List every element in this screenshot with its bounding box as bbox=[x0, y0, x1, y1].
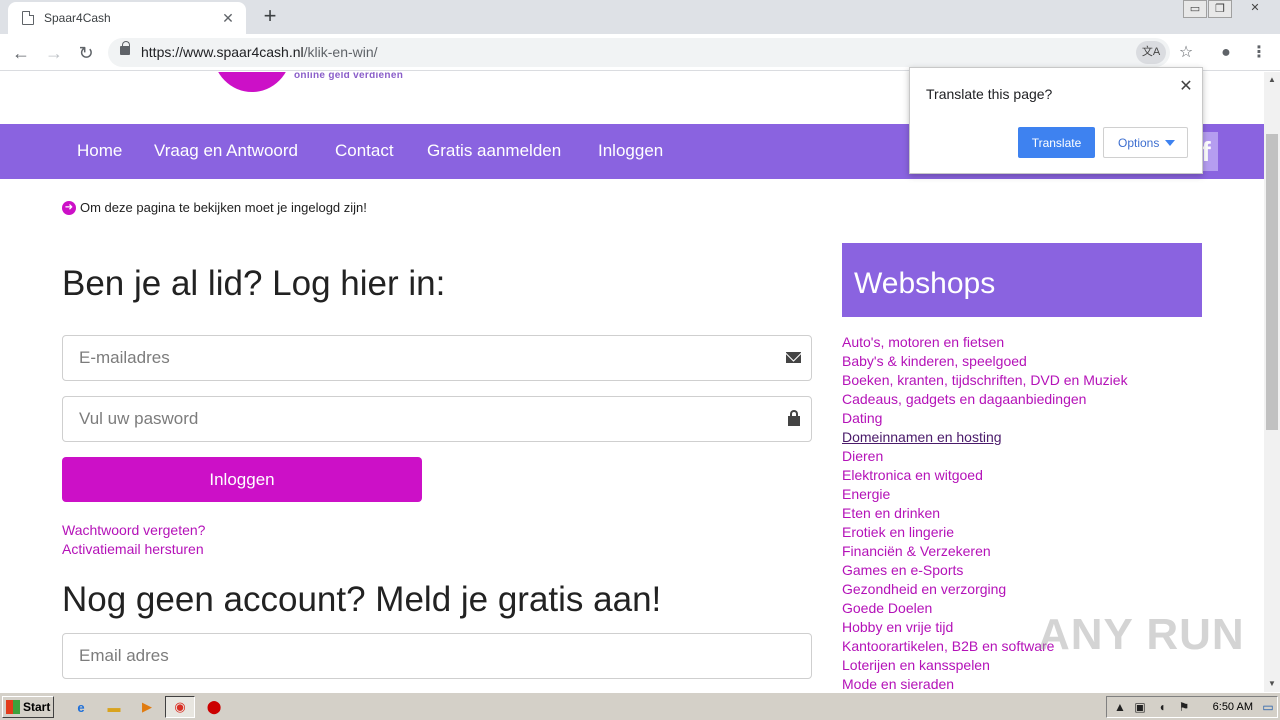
close-icon[interactable]: ✕ bbox=[1178, 76, 1194, 96]
lock-icon bbox=[120, 41, 130, 55]
webshop-category-item[interactable]: Elektronica en witgoed bbox=[842, 466, 1128, 485]
webshop-category-item[interactable]: Auto's, motoren en fietsen bbox=[842, 333, 1128, 352]
translate-popup-title: Translate this page? bbox=[926, 86, 1053, 102]
page-icon bbox=[22, 11, 34, 25]
nav-home[interactable]: Home bbox=[77, 141, 122, 161]
volume-icon[interactable]: ◖ bbox=[1155, 700, 1169, 714]
bookmark-star-icon[interactable]: ☆ bbox=[1174, 41, 1198, 65]
maximize-window-button[interactable]: ❐ bbox=[1208, 0, 1232, 18]
webshop-category-item[interactable]: Gezondheid en verzorging bbox=[842, 580, 1128, 599]
reload-icon[interactable]: ↻ bbox=[74, 41, 98, 65]
webshop-category-item[interactable]: Games en e-Sports bbox=[842, 561, 1128, 580]
back-arrow-icon[interactable]: ← bbox=[9, 41, 33, 65]
login-button[interactable]: Inloggen bbox=[62, 457, 422, 502]
logo-tagline: online geld verdienen bbox=[294, 72, 404, 81]
show-desktop-icon[interactable]: ▭ bbox=[1261, 700, 1275, 714]
webshop-category-item[interactable]: Baby's & kinderen, speelgoed bbox=[842, 352, 1128, 371]
url-host: https://www.spaar4cash.nl bbox=[141, 44, 304, 60]
close-tab-icon[interactable]: ✕ bbox=[220, 10, 236, 27]
register-heading: Nog geen account? Meld je gratis aan! bbox=[62, 580, 662, 619]
webshop-category-item[interactable]: Boeken, kranten, tijdschriften, DVD en M… bbox=[842, 371, 1128, 390]
password-field bbox=[62, 396, 812, 442]
register-email-field bbox=[62, 633, 812, 679]
alert-app-icon[interactable]: ⬤ bbox=[203, 697, 225, 717]
start-label: Start bbox=[23, 700, 51, 714]
email-input[interactable] bbox=[63, 336, 811, 380]
webshop-category-item[interactable]: Energie bbox=[842, 485, 1128, 504]
scrollbar-thumb[interactable] bbox=[1266, 134, 1278, 430]
forgot-password-link[interactable]: Wachtwoord vergeten? bbox=[62, 522, 205, 538]
email-field bbox=[62, 335, 812, 381]
nav-contact[interactable]: Contact bbox=[335, 141, 394, 161]
tray-expand-icon[interactable]: ▲ bbox=[1113, 700, 1127, 714]
nav-register[interactable]: Gratis aanmelden bbox=[427, 141, 561, 161]
flag-icon[interactable]: ⚑ bbox=[1177, 700, 1191, 714]
menu-kebab-icon[interactable]: ⋮ bbox=[1247, 41, 1271, 65]
tab-title: Spaar4Cash bbox=[44, 11, 111, 25]
arrow-right-circle-icon: ➜ bbox=[62, 200, 76, 215]
page-scrollbar[interactable]: ▲ ▼ bbox=[1264, 72, 1280, 692]
lock-icon bbox=[788, 410, 800, 426]
url-path: /klik-en-win/ bbox=[303, 44, 378, 60]
password-input[interactable] bbox=[63, 397, 811, 441]
webshop-category-item[interactable]: Dating bbox=[842, 409, 1128, 428]
webshop-category-item[interactable]: Cadeaus, gadgets en dagaanbiedingen bbox=[842, 390, 1128, 409]
scroll-up-icon[interactable]: ▲ bbox=[1264, 72, 1280, 88]
notice-text: Om deze pagina te bekijken moet je ingel… bbox=[80, 200, 367, 215]
forward-arrow-icon[interactable]: → bbox=[42, 41, 66, 65]
translate-icon[interactable]: 文A bbox=[1136, 41, 1166, 64]
chevron-down-icon bbox=[1165, 140, 1175, 146]
start-button[interactable]: Start bbox=[2, 696, 54, 718]
new-tab-button[interactable]: + bbox=[258, 4, 282, 28]
webshop-category-item[interactable]: Financiën & Verzekeren bbox=[842, 542, 1128, 561]
translate-popup: Translate this page? ✕ Translate Options bbox=[909, 67, 1203, 174]
register-email-input[interactable] bbox=[63, 634, 811, 678]
windows-taskbar: Start e ▬ ▶ ◉ ⬤ ▲ ▣ ◖ ⚑ 6:50 AM ▭ bbox=[0, 692, 1280, 720]
webshop-category-item[interactable]: Eten en drinken bbox=[842, 504, 1128, 523]
nav-faq[interactable]: Vraag en Antwoord bbox=[154, 141, 298, 161]
webshop-category-item[interactable]: Erotiek en lingerie bbox=[842, 523, 1128, 542]
browser-tab-strip: Spaar4Cash ✕ + ▭ ❐ ✕ bbox=[0, 0, 1280, 34]
media-player-icon[interactable]: ▶ bbox=[136, 697, 158, 717]
envelope-icon bbox=[786, 352, 801, 363]
nav-login[interactable]: Inloggen bbox=[598, 141, 663, 161]
minimize-window-button[interactable]: ▭ bbox=[1183, 0, 1207, 18]
site-logo[interactable] bbox=[213, 72, 291, 92]
url-text: https://www.spaar4cash.nl/klik-en-win/ bbox=[141, 44, 378, 60]
anyrun-watermark: ANY RUN bbox=[1038, 610, 1245, 659]
chrome-taskbar-icon[interactable]: ◉ bbox=[165, 696, 195, 718]
system-tray: ▲ ▣ ◖ ⚑ 6:50 AM ▭ bbox=[1106, 696, 1278, 718]
profile-icon[interactable]: ● bbox=[1214, 41, 1238, 65]
browser-toolbar: ← → ↻ https://www.spaar4cash.nl/klik-en-… bbox=[0, 34, 1280, 71]
webshops-title: Webshops bbox=[854, 267, 996, 300]
scroll-down-icon[interactable]: ▼ bbox=[1264, 676, 1280, 692]
folder-icon[interactable]: ▬ bbox=[103, 697, 125, 717]
login-required-notice: ➜ Om deze pagina te bekijken moet je ing… bbox=[62, 200, 367, 215]
webshop-category-item[interactable]: Mode en sieraden bbox=[842, 675, 1128, 692]
internet-explorer-icon[interactable]: e bbox=[70, 697, 92, 717]
browser-tab[interactable]: Spaar4Cash ✕ bbox=[8, 2, 246, 34]
windows-logo-icon bbox=[6, 700, 20, 714]
network-icon[interactable]: ▣ bbox=[1133, 700, 1147, 714]
webshop-category-item[interactable]: Dieren bbox=[842, 447, 1128, 466]
resend-activation-link[interactable]: Activatiemail hersturen bbox=[62, 541, 204, 557]
webshop-category-item[interactable]: Domeinnamen en hosting bbox=[842, 428, 1128, 447]
options-label: Options bbox=[1118, 135, 1160, 150]
close-window-button[interactable]: ✕ bbox=[1233, 0, 1277, 18]
login-heading: Ben je al lid? Log hier in: bbox=[62, 264, 446, 303]
address-bar[interactable]: https://www.spaar4cash.nl/klik-en-win/ 文… bbox=[108, 38, 1170, 67]
webshops-header: Webshops bbox=[842, 243, 1202, 317]
translate-button[interactable]: Translate bbox=[1018, 127, 1095, 158]
translate-options-button[interactable]: Options bbox=[1103, 127, 1188, 158]
taskbar-clock: 6:50 AM bbox=[1212, 701, 1253, 713]
